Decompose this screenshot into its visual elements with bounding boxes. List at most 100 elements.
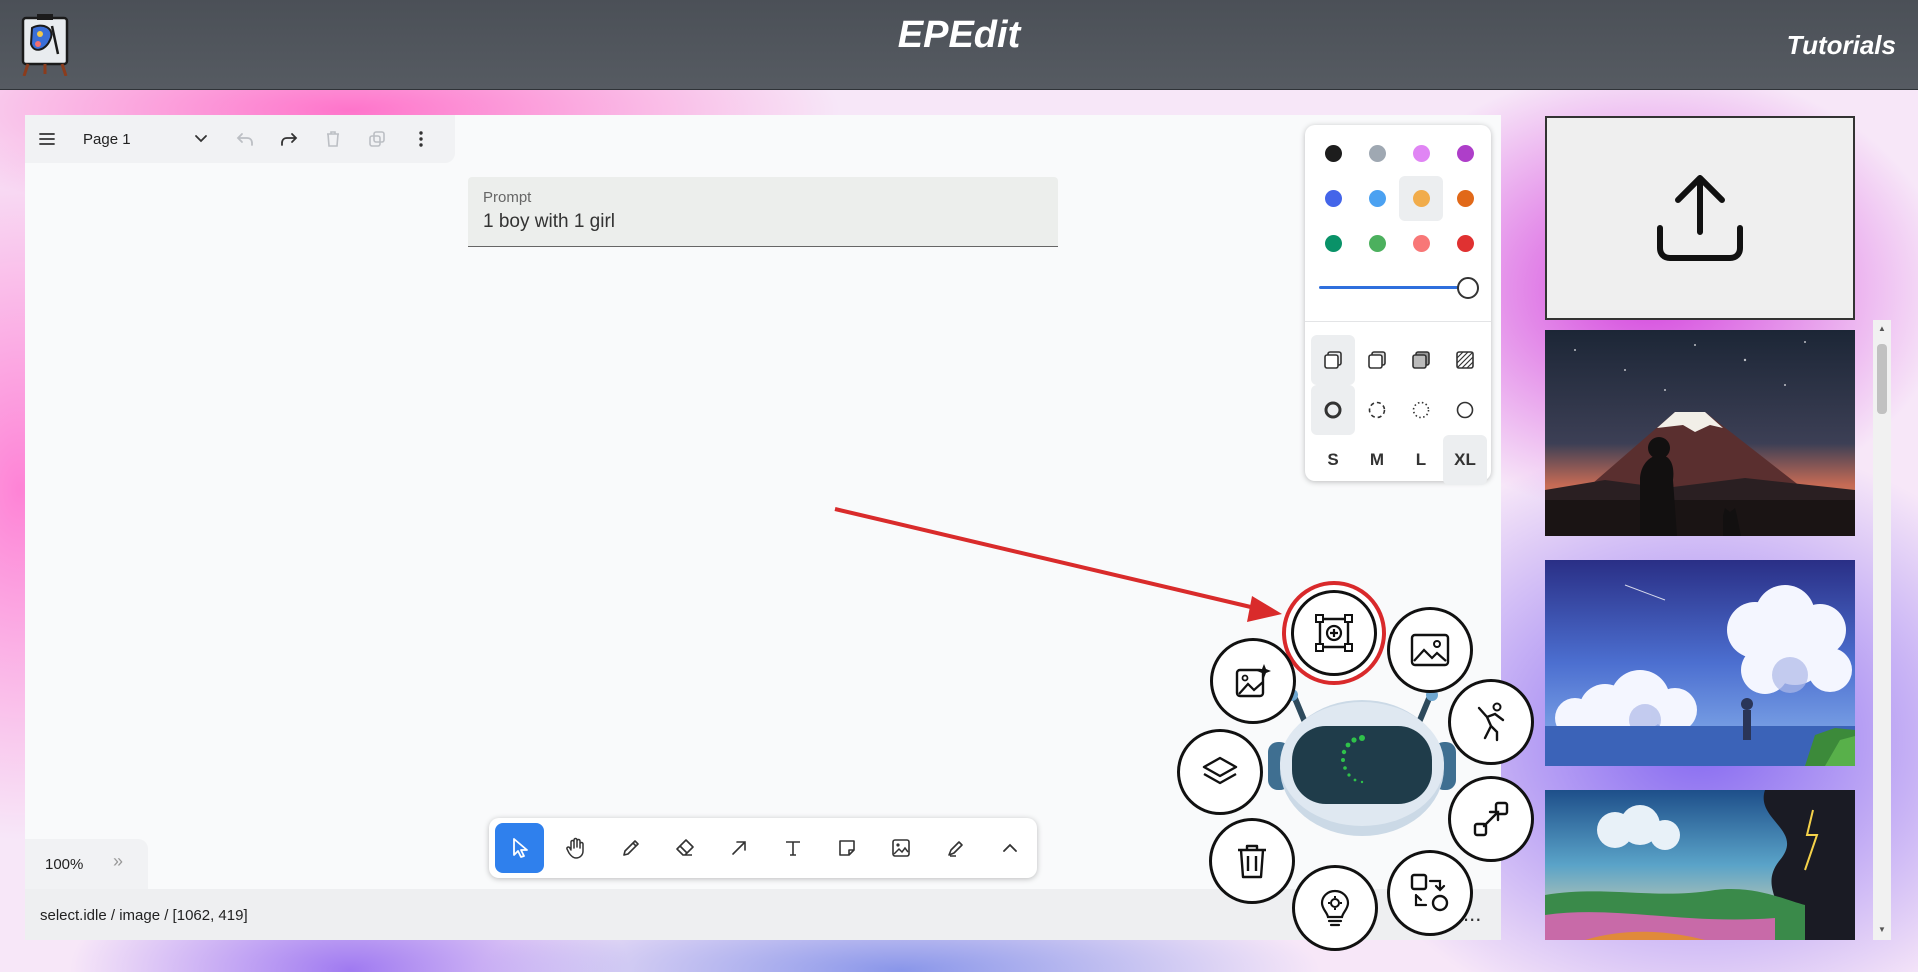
color-swatch-dot bbox=[1368, 145, 1386, 162]
color-swatch-dot bbox=[1324, 235, 1342, 252]
size-xl-button[interactable]: XL bbox=[1443, 435, 1487, 485]
upload-button[interactable] bbox=[1545, 116, 1855, 320]
app-header: EPEdit Tutorials bbox=[0, 0, 1918, 90]
undo-icon[interactable] bbox=[223, 115, 267, 163]
page-selector[interactable]: Page 1 bbox=[69, 131, 179, 148]
layers-icon bbox=[1202, 756, 1238, 785]
resize-button[interactable] bbox=[1448, 776, 1534, 862]
color-swatch-dot bbox=[1456, 190, 1474, 207]
color-swatch-dot bbox=[1412, 145, 1430, 162]
color-swatch[interactable] bbox=[1399, 176, 1443, 221]
size-l-button[interactable]: L bbox=[1399, 435, 1443, 485]
fill-solid-icon[interactable] bbox=[1399, 335, 1443, 385]
image-gallery-button[interactable] bbox=[1387, 607, 1473, 693]
image-icon[interactable] bbox=[874, 823, 928, 873]
image-gallery-panel: ▲ ▼ bbox=[1536, 115, 1918, 940]
shape-convert-button[interactable] bbox=[1387, 850, 1473, 936]
robot-head-icon[interactable] bbox=[1262, 690, 1462, 840]
mount-fuji-image bbox=[1545, 330, 1855, 536]
color-swatch[interactable] bbox=[1355, 176, 1399, 221]
gallery-thumbnail[interactable] bbox=[1545, 790, 1855, 940]
chevron-down-icon[interactable] bbox=[179, 115, 223, 163]
color-swatch[interactable] bbox=[1311, 176, 1355, 221]
color-swatch-dot bbox=[1324, 190, 1342, 207]
color-swatch[interactable] bbox=[1399, 131, 1443, 176]
fill-none-icon[interactable] bbox=[1311, 335, 1355, 385]
tutorials-link[interactable]: Tutorials bbox=[1787, 30, 1896, 61]
ai-image-button[interactable] bbox=[1210, 638, 1296, 724]
image-gallery-icon bbox=[1410, 633, 1450, 667]
scroll-down-icon[interactable]: ▼ bbox=[1878, 925, 1886, 934]
color-swatch-dot bbox=[1368, 190, 1386, 207]
redo-icon[interactable] bbox=[267, 115, 311, 163]
dash-solid-icon[interactable] bbox=[1443, 385, 1487, 435]
color-swatch-dot bbox=[1368, 235, 1386, 252]
minimap-toggle[interactable]: » bbox=[113, 851, 123, 872]
style-options: S M L XL bbox=[1311, 335, 1487, 485]
delete-icon[interactable] bbox=[311, 115, 355, 163]
panel-divider bbox=[1305, 321, 1491, 322]
more-options-icon[interactable] bbox=[399, 115, 443, 163]
eraser-icon[interactable] bbox=[658, 823, 712, 873]
color-swatch-dot bbox=[1324, 145, 1342, 162]
lightbulb-gear-icon bbox=[1320, 889, 1350, 927]
pose-button[interactable] bbox=[1448, 679, 1534, 765]
opacity-slider-thumb[interactable] bbox=[1457, 277, 1479, 299]
size-m-button[interactable]: M bbox=[1355, 435, 1399, 485]
color-swatch[interactable] bbox=[1311, 131, 1355, 176]
upload-icon bbox=[1657, 175, 1743, 261]
page-menu-bar: Page 1 bbox=[25, 115, 455, 163]
chevron-up-icon[interactable] bbox=[983, 823, 1037, 873]
resize-arrows-icon bbox=[1473, 801, 1509, 837]
color-swatch[interactable] bbox=[1355, 131, 1399, 176]
color-swatch[interactable] bbox=[1443, 176, 1487, 221]
scroll-up-icon[interactable]: ▲ bbox=[1878, 324, 1886, 333]
gallery-thumbnail[interactable] bbox=[1545, 330, 1855, 536]
color-swatch-dot bbox=[1412, 190, 1430, 207]
fill-pattern-icon[interactable] bbox=[1443, 335, 1487, 385]
note-icon[interactable] bbox=[820, 823, 874, 873]
size-s-button[interactable]: S bbox=[1311, 435, 1355, 485]
zoom-level[interactable]: 100% bbox=[45, 856, 83, 873]
prompt-input[interactable]: Prompt 1 boy with 1 girl bbox=[468, 177, 1058, 247]
select-icon[interactable] bbox=[495, 823, 545, 873]
prompt-value[interactable]: 1 boy with 1 girl bbox=[483, 211, 615, 233]
zoom-control: 100% » bbox=[25, 839, 148, 889]
color-swatches bbox=[1311, 131, 1487, 266]
opacity-slider[interactable] bbox=[1319, 286, 1469, 289]
dash-dashed-icon[interactable] bbox=[1355, 385, 1399, 435]
status-text: select.idle / image / [1062, 419] bbox=[40, 907, 248, 924]
bottom-toolbar bbox=[489, 818, 1037, 878]
ideas-button[interactable] bbox=[1292, 865, 1378, 951]
color-swatch[interactable] bbox=[1443, 221, 1487, 266]
fill-semi-icon[interactable] bbox=[1355, 335, 1399, 385]
pencil-icon[interactable] bbox=[603, 823, 657, 873]
prompt-label: Prompt bbox=[483, 189, 532, 206]
dash-draw-icon[interactable] bbox=[1311, 385, 1355, 435]
main-menu-icon[interactable] bbox=[25, 115, 69, 163]
frame-add-button[interactable] bbox=[1291, 590, 1377, 676]
highlighter-icon[interactable] bbox=[929, 823, 983, 873]
color-swatch-dot bbox=[1456, 235, 1474, 252]
color-swatch[interactable] bbox=[1399, 221, 1443, 266]
color-swatch[interactable] bbox=[1443, 131, 1487, 176]
scrollbar-thumb[interactable] bbox=[1877, 344, 1887, 414]
color-swatch-dot bbox=[1412, 235, 1430, 252]
dash-dotted-icon[interactable] bbox=[1399, 385, 1443, 435]
shape-convert-icon bbox=[1410, 873, 1449, 912]
gallery-thumbnail[interactable] bbox=[1545, 560, 1855, 766]
color-swatch[interactable] bbox=[1311, 221, 1355, 266]
trash-icon bbox=[1238, 844, 1266, 879]
gallery-scrollbar[interactable]: ▲ ▼ bbox=[1873, 320, 1891, 940]
arrow-icon[interactable] bbox=[712, 823, 766, 873]
color-swatch[interactable] bbox=[1355, 221, 1399, 266]
storm-landscape-image bbox=[1545, 790, 1855, 940]
hand-icon[interactable] bbox=[549, 823, 603, 873]
frame-add-icon bbox=[1315, 614, 1353, 652]
sea-clouds-image bbox=[1545, 560, 1855, 766]
layers-button[interactable] bbox=[1177, 729, 1263, 815]
trash-button[interactable] bbox=[1209, 818, 1295, 904]
text-icon[interactable] bbox=[766, 823, 820, 873]
pose-figure-icon bbox=[1477, 702, 1505, 742]
duplicate-icon[interactable] bbox=[355, 115, 399, 163]
